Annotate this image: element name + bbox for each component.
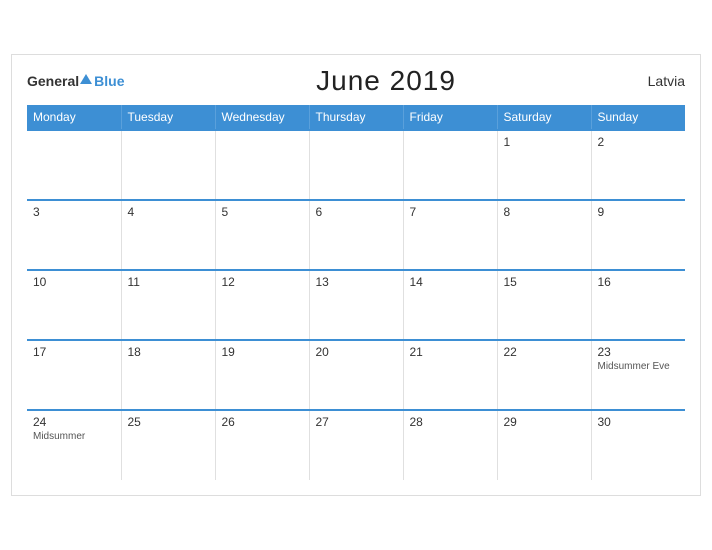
logo-general: General [27,73,79,89]
calendar-day-cell: 9 [591,200,685,270]
header-thursday: Thursday [309,105,403,130]
day-number: 22 [504,345,585,359]
calendar-week-row: 17 18 19 20 21 22 23 Midsummer Eve [27,340,685,410]
calendar-day-cell: 4 [121,200,215,270]
calendar-day-cell [403,130,497,200]
logo-blue: Blue [94,73,124,89]
calendar-day-cell: 3 [27,200,121,270]
day-number: 29 [504,415,585,429]
day-number: 30 [598,415,680,429]
day-number: 24 [33,415,115,429]
calendar-day-cell: 12 [215,270,309,340]
calendar-week-row: 3456789 [27,200,685,270]
day-number: 15 [504,275,585,289]
calendar-day-cell: 16 [591,270,685,340]
calendar-day-cell: 26 [215,410,309,480]
day-number: 12 [222,275,303,289]
calendar-day-cell: 30 [591,410,685,480]
calendar-day-cell: 20 [309,340,403,410]
logo: General Blue [27,73,124,89]
calendar-day-cell: 15 [497,270,591,340]
day-number: 19 [222,345,303,359]
day-number: 16 [598,275,680,289]
header-sunday: Sunday [591,105,685,130]
calendar-day-cell: 25 [121,410,215,480]
calendar-day-cell [215,130,309,200]
calendar-day-cell: 19 [215,340,309,410]
day-number: 6 [316,205,397,219]
calendar-day-cell: 28 [403,410,497,480]
day-number: 5 [222,205,303,219]
calendar-grid: Monday Tuesday Wednesday Thursday Friday… [27,105,685,480]
day-number: 8 [504,205,585,219]
calendar-day-cell: 23 Midsummer Eve [591,340,685,410]
calendar-day-cell: 7 [403,200,497,270]
calendar-week-row: 10 11 12 13 14 15 16 [27,270,685,340]
calendar-day-cell: 24 Midsummer [27,410,121,480]
header-saturday: Saturday [497,105,591,130]
day-number: 9 [598,205,680,219]
calendar-day-cell: 29 [497,410,591,480]
calendar-day-cell: 18 [121,340,215,410]
calendar-day-cell: 5 [215,200,309,270]
calendar-day-cell: 11 [121,270,215,340]
calendar-day-cell: 8 [497,200,591,270]
day-number: 17 [33,345,115,359]
calendar-week-row: 24 Midsummer 25 26 27 28 29 30 [27,410,685,480]
calendar-day-cell: 22 [497,340,591,410]
day-number: 1 [504,135,585,149]
calendar-day-cell: 14 [403,270,497,340]
day-number: 18 [128,345,209,359]
day-event: Midsummer Eve [598,361,680,372]
calendar-day-cell: 2 [591,130,685,200]
day-number: 21 [410,345,491,359]
calendar-week-row: 12 [27,130,685,200]
header-friday: Friday [403,105,497,130]
day-number: 27 [316,415,397,429]
calendar-day-cell: 10 [27,270,121,340]
calendar-day-cell [121,130,215,200]
day-number: 25 [128,415,209,429]
day-number: 4 [128,205,209,219]
day-event: Midsummer [33,431,115,442]
day-number: 20 [316,345,397,359]
header-tuesday: Tuesday [121,105,215,130]
logo-triangle-icon [80,74,92,84]
calendar-day-cell: 1 [497,130,591,200]
day-number: 10 [33,275,115,289]
header-monday: Monday [27,105,121,130]
calendar-day-cell: 6 [309,200,403,270]
day-number: 26 [222,415,303,429]
calendar-country: Latvia [648,73,685,89]
day-number: 11 [128,275,209,289]
day-number: 2 [598,135,680,149]
calendar: General Blue June 2019 Latvia Monday Tue… [11,54,701,496]
day-number: 3 [33,205,115,219]
calendar-day-cell: 21 [403,340,497,410]
day-number: 28 [410,415,491,429]
weekday-header-row: Monday Tuesday Wednesday Thursday Friday… [27,105,685,130]
day-number: 7 [410,205,491,219]
calendar-day-cell [309,130,403,200]
calendar-title: June 2019 [316,65,456,97]
header-wednesday: Wednesday [215,105,309,130]
calendar-day-cell: 13 [309,270,403,340]
day-number: 13 [316,275,397,289]
calendar-day-cell: 27 [309,410,403,480]
day-number: 23 [598,345,680,359]
day-number: 14 [410,275,491,289]
calendar-header: General Blue June 2019 Latvia [27,65,685,97]
calendar-day-cell [27,130,121,200]
calendar-day-cell: 17 [27,340,121,410]
